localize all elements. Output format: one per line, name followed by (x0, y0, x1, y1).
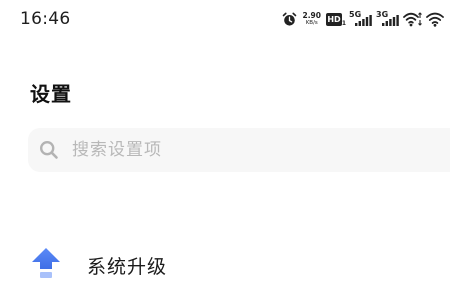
status-bar: 16:46 2.90 KB/s HD 1 5G 3G (0, 0, 450, 38)
hd-sub-label: 1 (341, 20, 346, 27)
status-time: 16:46 (20, 9, 71, 29)
alarm-icon (282, 12, 297, 27)
search-icon (39, 140, 59, 160)
hd-icon: HD 1 (326, 12, 346, 27)
page-title: 设置 (30, 82, 72, 106)
search-input[interactable] (72, 128, 450, 172)
settings-item-system-update[interactable]: 系统升级 (0, 238, 450, 292)
signal-3g-icon: 3G (376, 10, 400, 27)
search-bar[interactable] (28, 128, 450, 172)
net-speed-indicator: 2.90 KB/s (302, 10, 321, 27)
wifi-data-icon (403, 11, 423, 27)
hd-label: HD (326, 12, 342, 26)
settings-item-label: 系统升级 (87, 256, 168, 278)
signal-5g-icon: 5G (349, 10, 373, 27)
status-icons: 2.90 KB/s HD 1 5G 3G (282, 8, 444, 30)
wifi-icon (426, 12, 444, 27)
system-update-arrow-icon (31, 247, 61, 279)
net-speed-value: 2.90 (302, 10, 321, 20)
net-speed-unit: KB/s (305, 19, 318, 26)
settings-screen: 16:46 2.90 KB/s HD 1 5G 3G 设置 搜索设置项 系统升级 (0, 0, 450, 300)
